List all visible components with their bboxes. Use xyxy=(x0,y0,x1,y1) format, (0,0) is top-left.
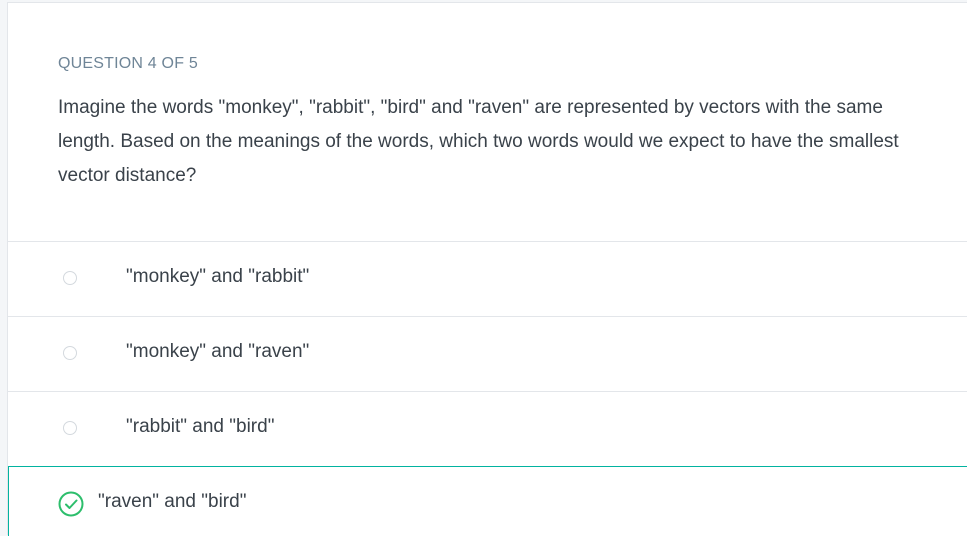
answer-option-label: "rabbit" and "bird" xyxy=(126,416,275,437)
answer-option-4-correct[interactable]: "raven" and "bird" xyxy=(8,466,967,536)
answer-option-label: "monkey" and "raven" xyxy=(126,341,310,362)
answer-option-3[interactable]: "rabbit" and "bird" xyxy=(8,391,967,466)
check-circle-icon xyxy=(58,491,84,517)
answer-option-2[interactable]: "monkey" and "raven" xyxy=(8,316,967,391)
radio-empty-icon[interactable] xyxy=(63,346,77,360)
radio-empty-icon[interactable] xyxy=(63,271,77,285)
answer-option-1[interactable]: "monkey" and "rabbit" xyxy=(8,241,967,316)
question-text: Imagine the words "monkey", "rabbit", "b… xyxy=(58,97,899,186)
radio-empty-icon[interactable] xyxy=(63,421,77,435)
question-counter: QUESTION 4 OF 5 xyxy=(58,55,198,72)
answer-option-label: "monkey" and "rabbit" xyxy=(126,266,310,287)
quiz-card: QUESTION 4 OF 5 Imagine the words "monke… xyxy=(7,2,967,536)
answer-option-label: "raven" and "bird" xyxy=(98,491,247,512)
